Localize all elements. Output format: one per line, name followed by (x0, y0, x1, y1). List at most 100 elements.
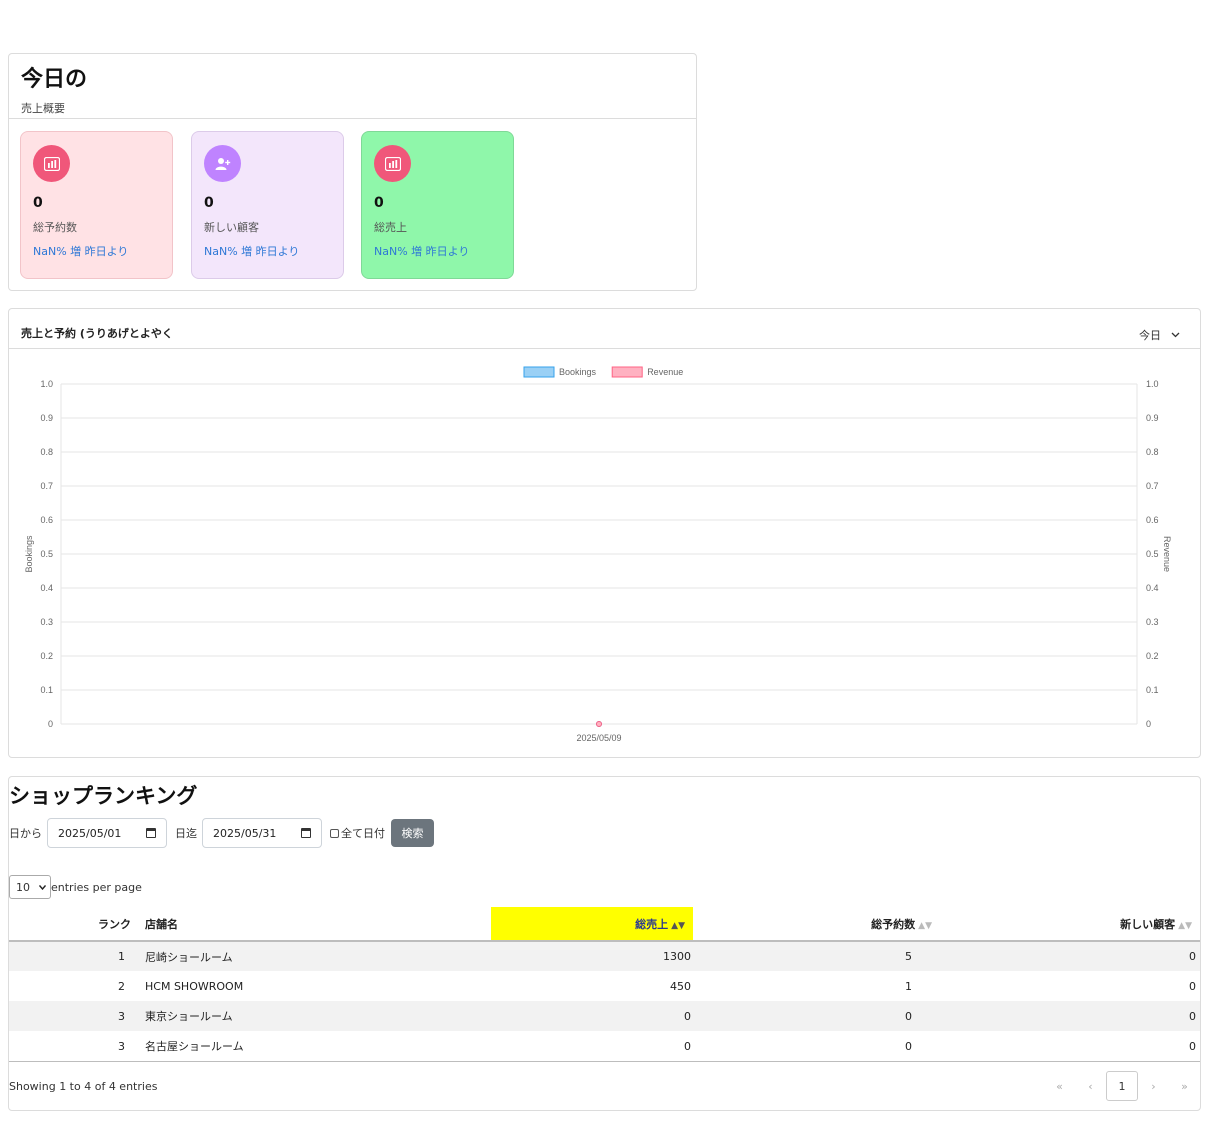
y-axis-title: Bookings (24, 535, 34, 573)
cell-total-bookings: 0 (905, 1039, 912, 1053)
kpi-label: 総予約数 (33, 221, 77, 234)
cell-rank: 1 (9, 941, 135, 971)
legend-label: Bookings (559, 367, 597, 377)
cell-total-bookings: 5 (693, 941, 934, 971)
ranking-table: ランク 店舗名 総売上 ▲▼ 総予約数 ▲▼ 新しい顧客 ▲▼ 1 尼崎ショールーム … (9, 907, 1200, 1061)
y-tick-label: 0.7 (40, 481, 53, 491)
cell-new-customers: 0 (1189, 1039, 1196, 1053)
table-row: 3 名古屋ショールーム 0 0 0 (9, 1031, 1200, 1061)
kpi-trend: NaN% 増 昨日より (204, 245, 300, 258)
kpi-label: 総売上 (374, 221, 407, 234)
y2-tick-label: 0.8 (1146, 447, 1159, 457)
bar-chart-icon (374, 145, 411, 182)
per-page-value: 10 (16, 880, 30, 894)
cell-total-bookings: 1 (905, 979, 912, 993)
y2-tick-label: 1.0 (1146, 379, 1159, 389)
column-header-new-customers[interactable]: 新しい顧客 ▲▼ (934, 907, 1200, 942)
y2-tick-label: 0.3 (1146, 617, 1159, 627)
from-date-input[interactable]: 2025/05/01 (47, 818, 167, 848)
all-dates-checkbox[interactable] (330, 828, 339, 838)
sort-descending-icon: ▲▼ (671, 920, 685, 931)
y2-tick-label: 0 (1146, 719, 1151, 729)
y-tick-label: 0.4 (40, 583, 53, 593)
page-button-current[interactable]: 1 (1106, 1071, 1138, 1101)
sort-icon: ▲▼ (918, 920, 932, 931)
kpi-total-sales: 0 総売上 NaN% 増 昨日より (361, 131, 514, 279)
calendar-icon[interactable] (301, 828, 311, 838)
last-page-button[interactable]: » (1169, 1080, 1200, 1093)
y-tick-label: 0.8 (40, 447, 53, 457)
cell-total-sales: 0 (684, 1039, 691, 1053)
ranking-title: ショップランキング (9, 784, 198, 808)
y-tick-label: 1.0 (40, 379, 53, 389)
y-tick-label: 0 (48, 719, 53, 729)
y2-tick-label: 0.1 (1146, 685, 1159, 695)
today-summary-card: 今日の 売上概要 0 総予約数 NaN% 増 昨日より 0 新しい顧客 NaN%… (8, 53, 697, 291)
cell-rank: 2 (118, 979, 125, 993)
column-header-shop-name[interactable]: 店舗名 (135, 907, 491, 942)
column-header-rank[interactable]: ランク (9, 907, 135, 942)
cell-new-customers: 0 (934, 941, 1200, 971)
cell-shop-name: 尼崎ショールーム (135, 941, 491, 971)
kpi-new-customers: 0 新しい顧客 NaN% 増 昨日より (191, 131, 344, 279)
table-header-row: ランク 店舗名 総売上 ▲▼ 総予約数 ▲▼ 新しい顧客 ▲▼ (9, 907, 1200, 942)
sort-icon: ▲▼ (1178, 920, 1192, 931)
cell-shop-name: 名古屋ショールーム (145, 1040, 244, 1053)
cell-total-sales: 450 (670, 979, 691, 993)
line-chart: 0 0 0.1 0.1 0.2 0.2 0.3 0.3 0.4 0.4 0.5 0.5 0.6 0.6 0.… (24, 366, 1172, 743)
to-date-label: 日迄 (175, 827, 197, 840)
chevron-down-icon (39, 884, 46, 890)
table-info-text: Showing 1 to 4 of 4 entries (9, 1080, 158, 1093)
kpi-value: 0 (33, 195, 43, 211)
first-page-button[interactable]: « (1044, 1080, 1075, 1093)
cell-shop-name: HCM SHOWROOM (145, 979, 244, 993)
data-point (596, 721, 602, 727)
cell-total-sales: 1300 (491, 941, 693, 971)
table-row: 1 尼崎ショールーム 1300 5 0 (9, 941, 1200, 971)
cell-rank: 3 (118, 1039, 125, 1053)
calendar-icon[interactable] (146, 828, 156, 838)
cell-new-customers: 0 (1189, 979, 1196, 993)
column-header-total-sales[interactable]: 総売上 ▲▼ (491, 907, 693, 942)
search-button[interactable]: 検索 (391, 819, 434, 847)
y2-axis-title: Revenue (1162, 536, 1172, 572)
y-tick-label: 0.1 (40, 685, 53, 695)
bar-chart-icon (33, 145, 70, 182)
y2-tick-label: 0.7 (1146, 481, 1159, 491)
cell-total-sales: 0 (491, 1001, 693, 1031)
x-tick-label: 2025/05/09 (576, 733, 621, 743)
entries-per-page: 10 entries per page (9, 875, 142, 899)
y-tick-label: 0.6 (40, 515, 53, 525)
to-date-input[interactable]: 2025/05/31 (202, 818, 322, 848)
next-page-button[interactable]: › (1138, 1080, 1169, 1093)
summary-title: 今日の (21, 67, 88, 92)
shop-ranking-panel: ショップランキング 日から 2025/05/01 日迄 2025/05/31 全… (8, 776, 1201, 1111)
legend-label: Revenue (647, 367, 683, 377)
kpi-label: 新しい顧客 (204, 221, 259, 234)
column-header-total-bookings[interactable]: 総予約数 ▲▼ (693, 907, 934, 942)
prev-page-button[interactable]: ‹ (1075, 1080, 1106, 1093)
y2-tick-label: 0.4 (1146, 583, 1159, 593)
table-row: 2 HCM SHOWROOM 450 1 0 (9, 971, 1200, 1001)
y2-tick-label: 0.6 (1146, 515, 1159, 525)
kpi-trend: NaN% 増 昨日より (374, 245, 470, 258)
y-tick-label: 0.2 (40, 651, 53, 661)
cell-shop-name: 東京ショールーム (135, 1001, 491, 1031)
kpi-trend: NaN% 増 昨日より (33, 245, 129, 258)
kpi-value: 0 (374, 195, 384, 211)
legend-swatch (611, 366, 643, 378)
per-page-label: entries per page (51, 880, 142, 894)
y2-tick-label: 0.2 (1146, 651, 1159, 661)
legend-swatch (523, 366, 555, 378)
to-date-value: 2025/05/31 (213, 826, 277, 840)
sales-bookings-chart-panel: 売上と予約 (うりあげとよやく 今日 0 0 0.1 0.1 0.2 0.2 0.3 0.3 0… (8, 308, 1201, 758)
table-bottom-border (9, 1061, 1200, 1062)
per-page-select[interactable]: 10 (9, 875, 51, 899)
y-tick-label: 0.5 (40, 549, 53, 559)
y-tick-label: 0.3 (40, 617, 53, 627)
y2-tick-label: 0.5 (1146, 549, 1159, 559)
y-tick-label: 0.9 (40, 413, 53, 423)
kpi-value: 0 (204, 195, 214, 211)
table-row: 3 東京ショールーム 0 0 0 (9, 1001, 1200, 1031)
from-date-label: 日から (9, 827, 42, 840)
